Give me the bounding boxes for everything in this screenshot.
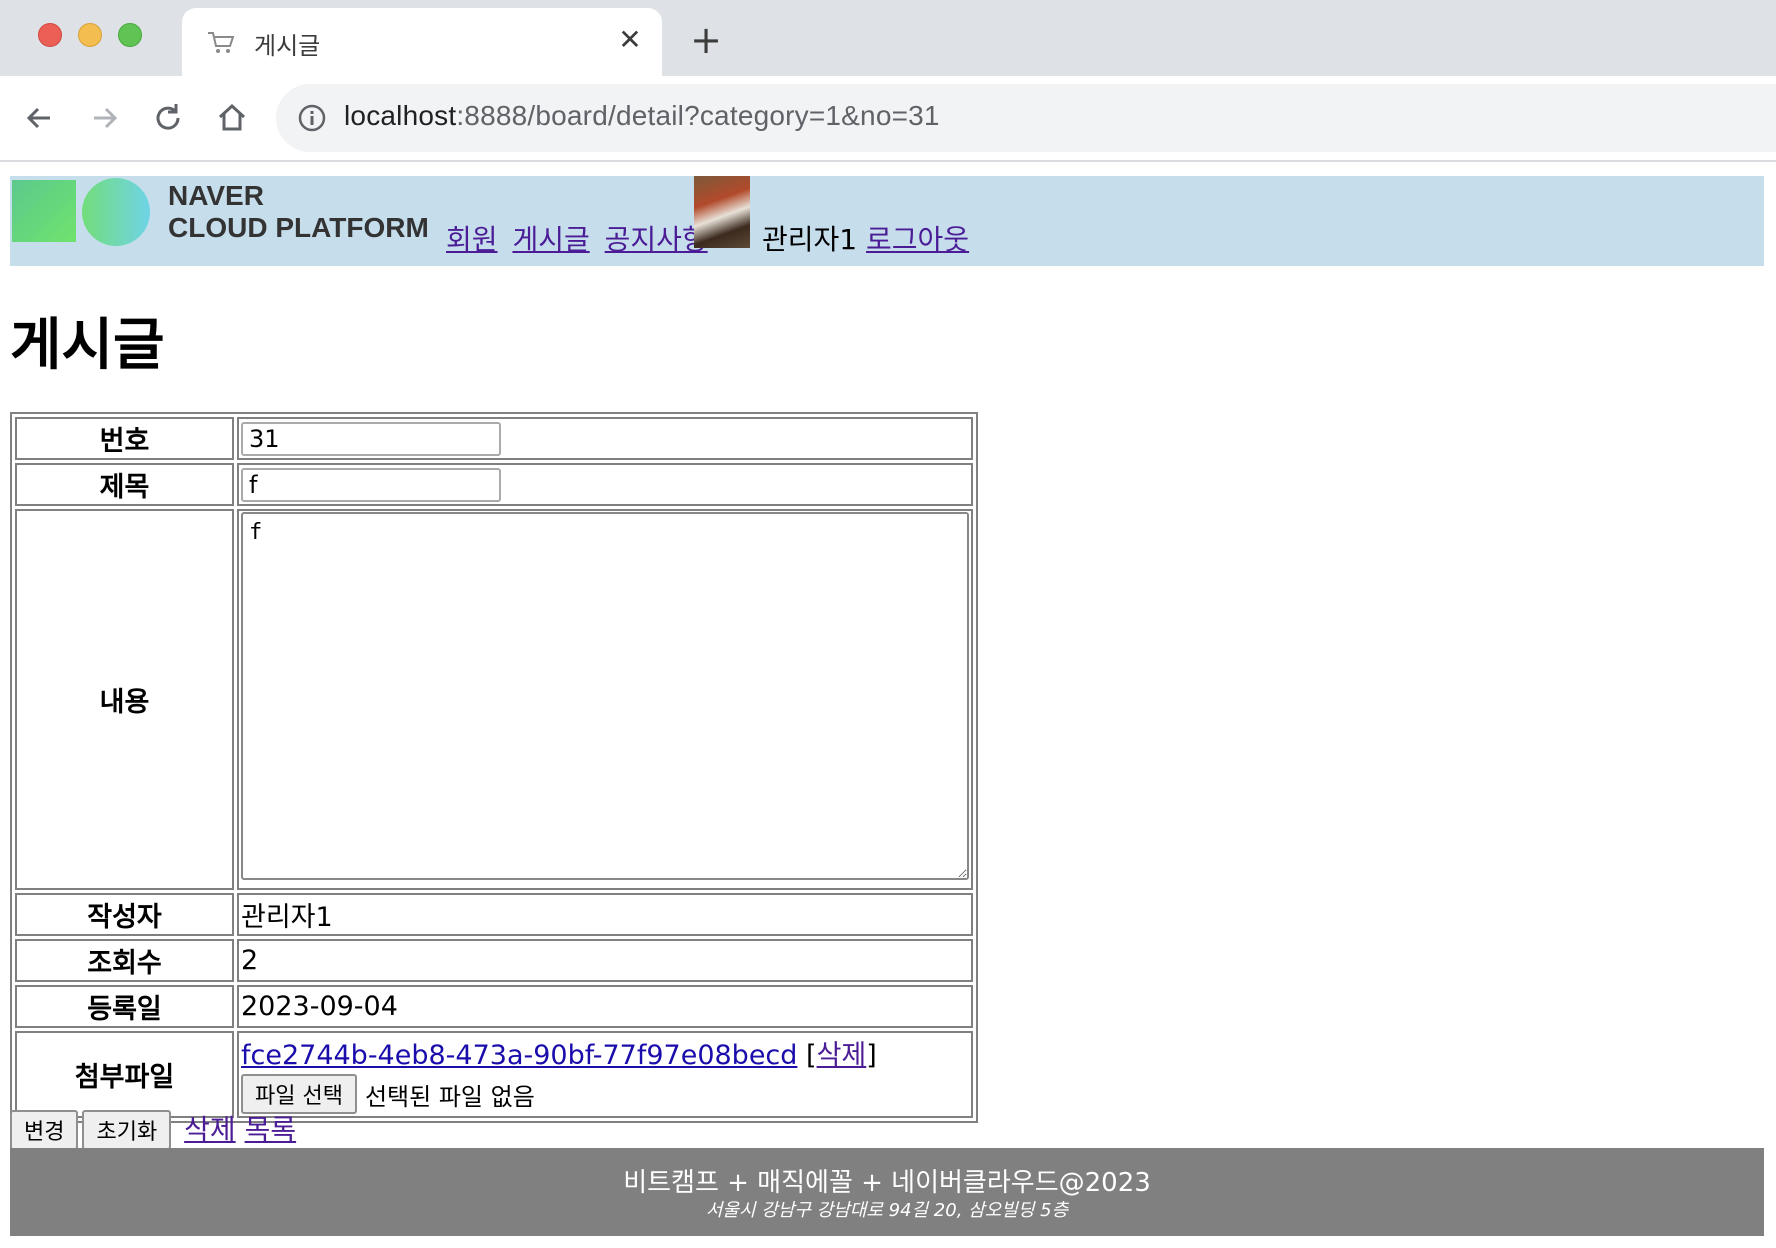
info-icon[interactable] (296, 102, 328, 134)
cart-icon (208, 32, 235, 53)
file-input-row: 파일 선택 선택된 파일 없음 (241, 1074, 969, 1114)
delete-file-link[interactable]: 삭제 (817, 1040, 867, 1071)
post-detail-table: 번호 제목 내용 f 작성자 관리자1 조회수 2 등록일 2023 (10, 412, 978, 1123)
close-window-button[interactable] (38, 23, 62, 47)
cell-content: f (237, 509, 973, 890)
delete-link[interactable]: 삭제 (184, 1113, 236, 1146)
logo-text: NAVER CLOUD PLATFORM (168, 180, 429, 244)
browser-tab[interactable]: 게시글 ✕ (182, 8, 662, 76)
footer-copyright: 비트캠프 + 매직에꼴 + 네이버클라우드@2023 (623, 1168, 1151, 1198)
home-button[interactable] (212, 98, 252, 138)
table-row: 제목 (15, 463, 973, 506)
no-input[interactable] (241, 421, 501, 456)
reload-icon (156, 104, 180, 130)
update-button[interactable]: 변경 (10, 1110, 79, 1150)
views-value: 2 (237, 939, 973, 982)
bracket-close: ] (866, 1040, 877, 1071)
avatar (694, 176, 750, 248)
user-name: 관리자1 (762, 223, 858, 256)
list-link[interactable]: 목록 (245, 1113, 297, 1146)
logo-line-2: CLOUD PLATFORM (168, 212, 429, 243)
content-textarea[interactable]: f (241, 512, 969, 880)
label-date: 등록일 (15, 985, 234, 1028)
logout-link[interactable]: 로그아웃 (866, 223, 969, 256)
date-value: 2023-09-04 (237, 985, 973, 1028)
form-actions: 변경 초기화 삭제 목록 (10, 1108, 296, 1150)
site-footer: 비트캠프 + 매직에꼴 + 네이버클라우드@2023 서울시 강남구 강남대로 … (10, 1148, 1764, 1236)
site-header: NAVER CLOUD PLATFORM 회원 게시글 공지사항 관리자1 로그… (10, 176, 1764, 266)
url-path: :8888/board/detail?category=1&no=31 (456, 100, 940, 131)
label-content: 내용 (15, 509, 234, 890)
bracket-open: [ (806, 1040, 817, 1071)
label-title: 제목 (15, 463, 234, 506)
reload-button[interactable] (148, 98, 188, 138)
url-text: localhost:8888/board/detail?category=1&n… (344, 100, 940, 132)
cell-title (237, 463, 973, 506)
url-host: localhost (344, 100, 457, 131)
label-writer: 작성자 (15, 893, 234, 936)
main-menu: 회원 게시글 공지사항 (446, 218, 714, 258)
user-area: 관리자1 로그아웃 (762, 218, 969, 258)
cell-attachment: fce2744b-4eb8-473a-90bf-77f97e08becd [삭제… (237, 1031, 973, 1118)
title-input[interactable] (241, 467, 501, 502)
writer-value: 관리자1 (237, 893, 973, 936)
logo-circle (82, 178, 150, 246)
label-attachment: 첨부파일 (15, 1031, 234, 1118)
page-content: NAVER CLOUD PLATFORM 회원 게시글 공지사항 관리자1 로그… (0, 162, 1776, 1248)
table-row: 첨부파일 fce2744b-4eb8-473a-90bf-77f97e08bec… (15, 1031, 973, 1118)
file-status-text: 선택된 파일 없음 (364, 1082, 535, 1111)
attached-file-link[interactable]: fce2744b-4eb8-473a-90bf-77f97e08becd (241, 1040, 797, 1071)
attached-file-line: fce2744b-4eb8-473a-90bf-77f97e08becd [삭제… (241, 1033, 969, 1072)
new-tab-icon[interactable]: + (688, 21, 724, 59)
logo-square (12, 180, 76, 242)
maximize-window-button[interactable] (118, 23, 142, 47)
table-row: 내용 f (15, 509, 973, 890)
reset-button[interactable]: 초기화 (82, 1110, 172, 1150)
arrow-right-icon (94, 107, 118, 129)
tab-title: 게시글 (254, 32, 321, 60)
page-title: 게시글 (10, 313, 165, 378)
table-row: 번호 (15, 417, 973, 460)
browser-toolbar: localhost:8888/board/detail?category=1&n… (0, 76, 1776, 162)
footer-address: 서울시 강남구 강남대로 94길 20, 삼오빌딩 5층 (705, 1200, 1069, 1221)
close-tab-icon[interactable]: ✕ (614, 24, 646, 56)
home-icon (218, 103, 246, 131)
table-row: 작성자 관리자1 (15, 893, 973, 936)
table-row: 등록일 2023-09-04 (15, 985, 973, 1028)
logo-line-1: NAVER (168, 180, 264, 211)
forward-button[interactable] (84, 98, 124, 138)
arrow-left-icon (26, 107, 50, 129)
label-no: 번호 (15, 417, 234, 460)
menu-item-board[interactable]: 게시글 (512, 223, 589, 256)
cell-no (237, 417, 973, 460)
address-bar[interactable]: localhost:8888/board/detail?category=1&n… (276, 84, 1776, 152)
label-views: 조회수 (15, 939, 234, 982)
browser-tab-bar: 게시글 ✕ + (0, 0, 1776, 76)
table-row: 조회수 2 (15, 939, 973, 982)
minimize-window-button[interactable] (78, 23, 102, 47)
menu-item-notices[interactable]: 공지사항 (605, 223, 708, 256)
menu-item-members[interactable]: 회원 (446, 223, 498, 256)
back-button[interactable] (20, 98, 60, 138)
